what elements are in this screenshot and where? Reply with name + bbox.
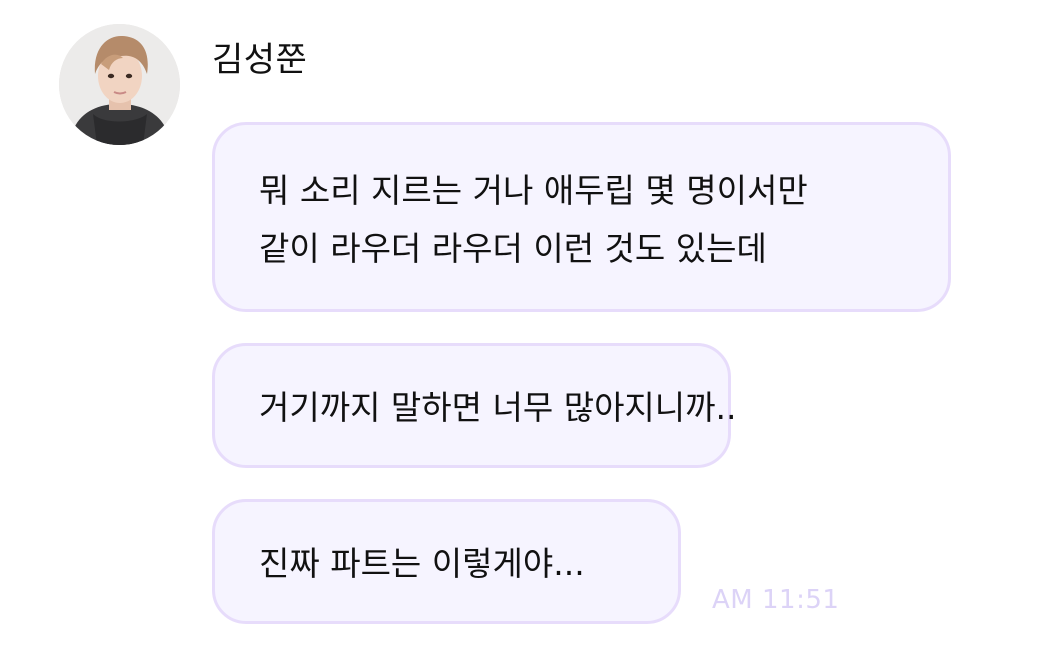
chat-thread: 김성쭌 뭐 소리 지르는 거나 애두립 몇 명이서만 같이 라우더 라우더 이런…: [0, 0, 1053, 659]
message-bubble[interactable]: 뭐 소리 지르는 거나 애두립 몇 명이서만 같이 라우더 라우더 이런 것도 …: [212, 122, 951, 312]
avatar-portrait-image: [59, 24, 180, 145]
message-text-line: 같이 라우더 라우더 이런 것도 있는데: [259, 229, 767, 268]
sender-name: 김성쭌: [212, 40, 308, 80]
message-text-line: 진짜 파트는 이렇게야...: [259, 544, 585, 583]
message-text-line: 거기까지 말하면 너무 많아지니까..: [259, 388, 737, 427]
avatar[interactable]: [59, 24, 180, 145]
message-bubble[interactable]: 거기까지 말하면 너무 많아지니까..: [212, 343, 737, 468]
message-timestamp: AM 11:51: [712, 585, 840, 615]
message-bubble[interactable]: 진짜 파트는 이렇게야...: [212, 499, 681, 624]
message-text-line: 뭐 소리 지르는 거나 애두립 몇 명이서만: [259, 171, 808, 210]
